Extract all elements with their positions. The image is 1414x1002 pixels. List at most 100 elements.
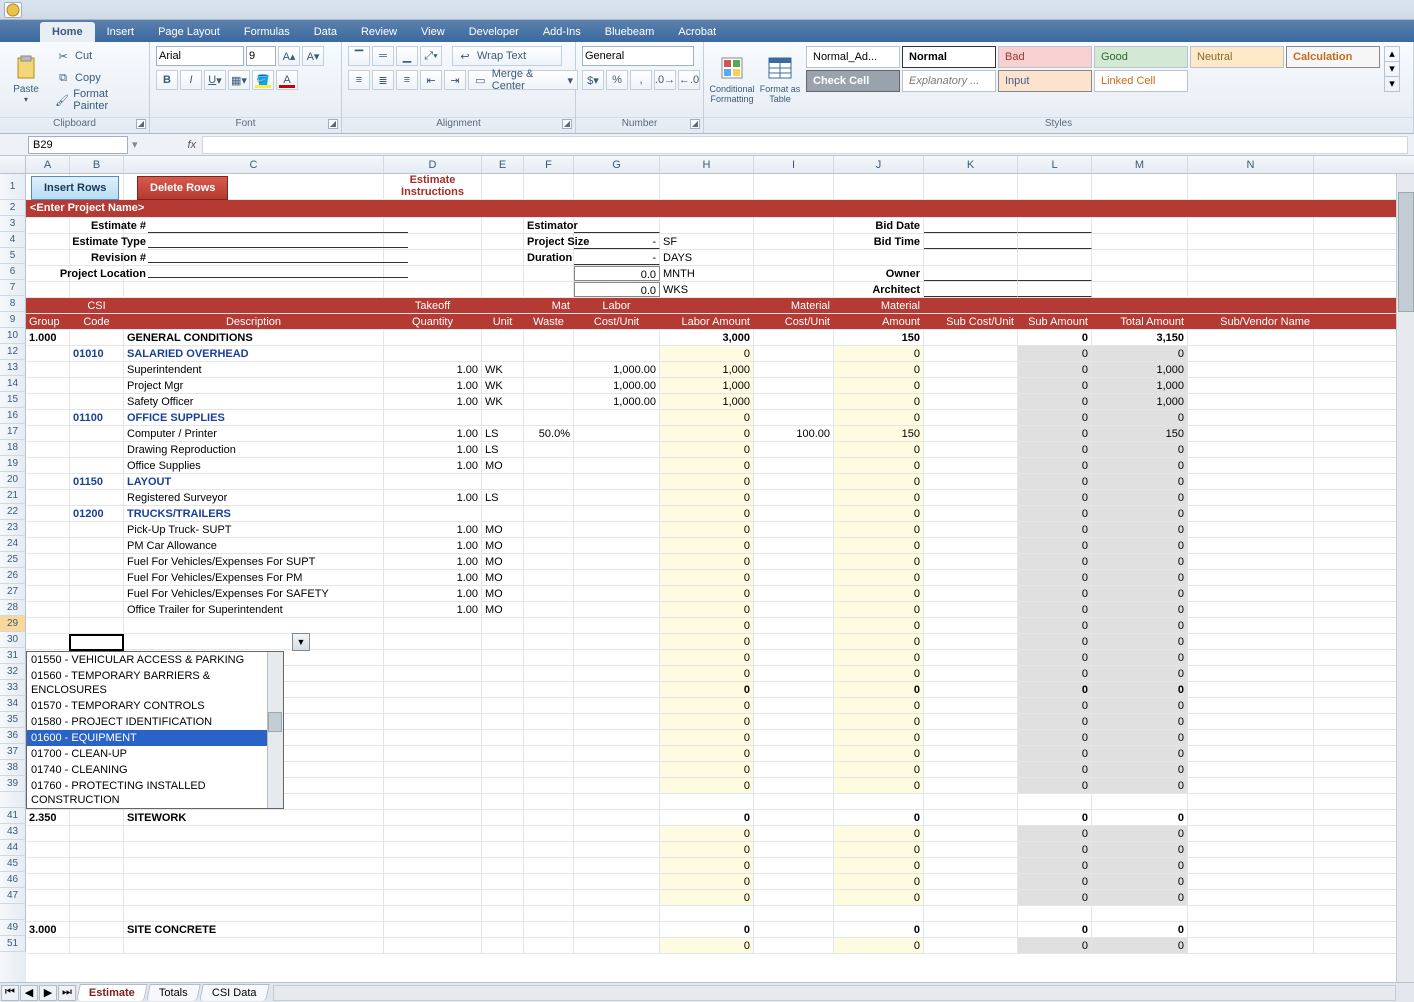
percent-button[interactable]: % (606, 70, 628, 90)
row-header[interactable]: 3 (0, 216, 26, 232)
sheet-nav-first[interactable]: ⏮ (1, 985, 19, 1001)
column-header[interactable]: K (924, 156, 1018, 173)
table-row[interactable]: 01150LAYOUT0000 (26, 474, 1414, 490)
decrease-decimal-button[interactable]: ←.0 (678, 70, 700, 90)
ribbon-tab-insert[interactable]: Insert (95, 22, 147, 42)
row-header[interactable]: 31 (0, 648, 26, 664)
column-header[interactable]: G (574, 156, 660, 173)
style-cell[interactable]: Check Cell (806, 70, 900, 92)
row-header[interactable]: 26 (0, 568, 26, 584)
row-header[interactable]: 4 (0, 232, 26, 248)
table-row[interactable]: Registered Surveyor1.00LS0000 (26, 490, 1414, 506)
row-header[interactable]: 44 (0, 840, 26, 856)
row-header[interactable]: 27 (0, 584, 26, 600)
shrink-font-button[interactable]: A▾ (302, 46, 324, 66)
row-header[interactable]: 1 (0, 174, 26, 200)
table-row[interactable]: 01200TRUCKS/TRAILERS0000 (26, 506, 1414, 522)
grow-font-button[interactable]: A▴ (278, 46, 300, 66)
bold-button[interactable]: B (156, 70, 178, 90)
style-cell[interactable]: Bad (998, 46, 1092, 68)
row-header[interactable]: 25 (0, 552, 26, 568)
worksheet-cells[interactable]: Insert Rows Delete Rows EstimateInstruct… (26, 174, 1414, 982)
ribbon-tab-developer[interactable]: Developer (457, 22, 531, 42)
ribbon-tab-acrobat[interactable]: Acrobat (666, 22, 728, 42)
row-header[interactable]: 2 (0, 200, 26, 216)
gallery-more-button[interactable]: ▾ (1385, 77, 1399, 91)
column-header[interactable]: A (26, 156, 70, 173)
column-header[interactable]: J (834, 156, 924, 173)
conditional-formatting-button[interactable]: Conditional Formatting (710, 46, 754, 112)
table-row[interactable]: 0000 (26, 858, 1414, 874)
dropdown-item[interactable]: 01600 - EQUIPMENT (27, 730, 283, 746)
dropdown-item[interactable]: 01560 - TEMPORARY BARRIERS & ENCLOSURES (27, 668, 283, 698)
table-row[interactable]: 0000 (26, 890, 1414, 906)
ribbon-tab-page-layout[interactable]: Page Layout (146, 22, 232, 42)
accounting-button[interactable]: $▾ (582, 70, 604, 90)
ribbon-tab-data[interactable]: Data (302, 22, 349, 42)
fill-color-button[interactable]: 🪣 (252, 70, 274, 90)
row-header[interactable]: 10 (0, 328, 26, 344)
row-header[interactable]: 13 (0, 360, 26, 376)
row-header[interactable]: 15 (0, 392, 26, 408)
row-header[interactable]: 16 (0, 408, 26, 424)
column-header[interactable]: C (124, 156, 384, 173)
style-cell[interactable]: Normal (902, 46, 996, 68)
sheet-tab[interactable]: CSI Data (199, 984, 269, 1001)
row-header[interactable]: 5 (0, 248, 26, 264)
style-cell[interactable]: Normal_Ad... (806, 46, 900, 68)
dialog-launcher-icon[interactable]: ◢ (562, 119, 572, 129)
table-row[interactable]: 01010SALARIED OVERHEAD0000 (26, 346, 1414, 362)
sheet-tab[interactable]: Estimate (76, 984, 147, 1001)
table-row[interactable]: 0000 (26, 826, 1414, 842)
style-cell[interactable]: Good (1094, 46, 1188, 68)
select-all-corner[interactable] (0, 156, 26, 173)
dropdown-item[interactable]: 01760 - PROTECTING INSTALLED CONSTRUCTIO… (27, 778, 283, 808)
ribbon-tab-home[interactable]: Home (40, 22, 95, 42)
font-size-combo[interactable] (246, 46, 276, 66)
wrap-text-button[interactable]: ↩Wrap Text (452, 46, 562, 66)
gallery-up-button[interactable]: ▴ (1385, 47, 1399, 62)
row-header[interactable]: 49 (0, 920, 26, 936)
row-header[interactable]: 37 (0, 744, 26, 760)
column-header[interactable]: I (754, 156, 834, 173)
row-header[interactable]: 22 (0, 504, 26, 520)
row-header[interactable]: 7 (0, 280, 26, 296)
format-painter-button[interactable]: 🖌Format Painter (50, 90, 143, 110)
align-middle-button[interactable]: ═ (372, 46, 394, 66)
row-header[interactable]: 20 (0, 472, 26, 488)
table-row[interactable]: Fuel For Vehicles/Expenses For SUPT1.00M… (26, 554, 1414, 570)
increase-indent-button[interactable]: ⇥ (444, 70, 466, 90)
dropdown-list[interactable]: 01550 - VEHICULAR ACCESS & PARKING01560 … (26, 651, 284, 809)
sheet-nav-prev[interactable]: ◀ (20, 985, 38, 1001)
row-header[interactable]: 28 (0, 600, 26, 616)
table-row[interactable]: Project Mgr1.00WK1,000.001,000001,000 (26, 378, 1414, 394)
dropdown-item[interactable]: 01550 - VEHICULAR ACCESS & PARKING (27, 652, 283, 668)
ribbon-tab-review[interactable]: Review (349, 22, 409, 42)
table-row[interactable]: 3.000SITE CONCRETE0000 (26, 922, 1414, 938)
italic-button[interactable]: I (180, 70, 202, 90)
table-row[interactable]: 0000 (26, 938, 1414, 954)
column-header[interactable]: F (524, 156, 574, 173)
align-top-button[interactable]: ▔ (348, 46, 370, 66)
table-row[interactable]: Superintendent1.00WK1,000.001,000001,000 (26, 362, 1414, 378)
row-header[interactable]: 38 (0, 760, 26, 776)
formula-bar[interactable] (202, 136, 1408, 154)
sheet-nav-last[interactable]: ⏭ (58, 985, 76, 1001)
table-row[interactable]: Office Trailer for Superintendent1.00MO0… (26, 602, 1414, 618)
row-header[interactable] (0, 792, 26, 808)
row-header[interactable]: 14 (0, 376, 26, 392)
row-header[interactable]: 33 (0, 680, 26, 696)
dialog-launcher-icon[interactable]: ◢ (690, 119, 700, 129)
border-button[interactable]: ▦▾ (228, 70, 250, 90)
fx-icon[interactable]: fx (188, 139, 197, 151)
row-header[interactable]: 9 (0, 312, 26, 328)
table-row[interactable]: PM Car Allowance1.00MO0000 (26, 538, 1414, 554)
row-header[interactable]: 12 (0, 344, 26, 360)
ribbon-tab-bluebeam[interactable]: Bluebeam (593, 22, 667, 42)
ribbon-tab-view[interactable]: View (409, 22, 457, 42)
project-name-cell[interactable]: <Enter Project Name> (26, 200, 1414, 217)
table-row[interactable]: Office Supplies1.00MO0000 (26, 458, 1414, 474)
style-cell[interactable]: Explanatory ... (902, 70, 996, 92)
table-row[interactable]: Fuel For Vehicles/Expenses For PM1.00MO0… (26, 570, 1414, 586)
align-left-button[interactable]: ≡ (348, 70, 370, 90)
